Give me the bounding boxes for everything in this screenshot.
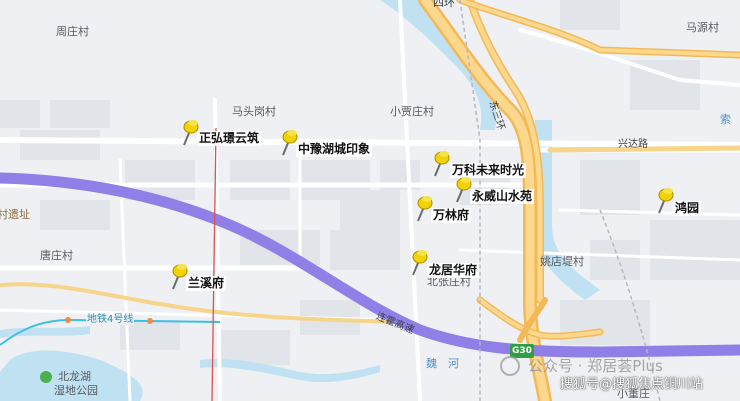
park-icon (40, 371, 52, 383)
place-label-yaodiancun: 姚店堤村 (540, 255, 584, 268)
poi-label-wanlin[interactable]: 万林府 (431, 208, 472, 224)
map-view[interactable]: 周庄村 马头岗村 小贾庄村 马源村 索 刘村遗址 唐庄村 姚店堤村 北张庄村 北… (0, 0, 740, 401)
place-label-xiaojiazhuangcun: 小贾庄村 (390, 105, 434, 118)
poi-label-longju[interactable]: 龙居华府 (427, 263, 480, 279)
place-label-sumen: 索 (720, 113, 731, 126)
place-label-cunyizhi: 刘村遗址 (0, 208, 30, 221)
place-label-weihe: 魏 河 (426, 357, 459, 370)
poi-label-hongyuan[interactable]: 鸿园 (673, 201, 702, 217)
place-label-zhouzhuangcun: 周庄村 (56, 25, 89, 38)
poi-label-zhongyu[interactable]: 中豫湖城印象 (296, 142, 373, 158)
poi-label-lanxi[interactable]: 兰溪府 (186, 276, 227, 292)
place-label-mayuancun: 马源村 (686, 21, 719, 34)
fox-logo-icon (500, 356, 520, 376)
place-label-shidi: 湿地公园 (54, 384, 98, 397)
road-label-xingdalu: 兴达路 (618, 139, 648, 150)
poi-label-zhenghong[interactable]: 正弘璟云筑 (197, 131, 262, 147)
place-label-matougangcun: 马头岗村 (232, 105, 276, 118)
watermark-line1: 公众号 · 郑居荟Plus (528, 357, 663, 375)
place-label-beilonghu: 北龙湖 (58, 370, 91, 383)
road-label-metro4: 地铁4号线 (86, 314, 135, 325)
place-label-tangzhuangcun: 唐庄村 (40, 249, 73, 262)
pushpin-icon[interactable] (653, 185, 675, 215)
map-base-layer (0, 0, 740, 401)
road-label-ring-top: 四环 (433, 0, 455, 9)
poi-label-yongwei[interactable]: 永威山水苑 (470, 189, 535, 205)
pushpin-icon[interactable] (407, 247, 429, 277)
watermark-line2: 搜狐号@搜狐焦点铜川站 (560, 377, 704, 392)
pushpin-icon[interactable] (429, 148, 451, 178)
